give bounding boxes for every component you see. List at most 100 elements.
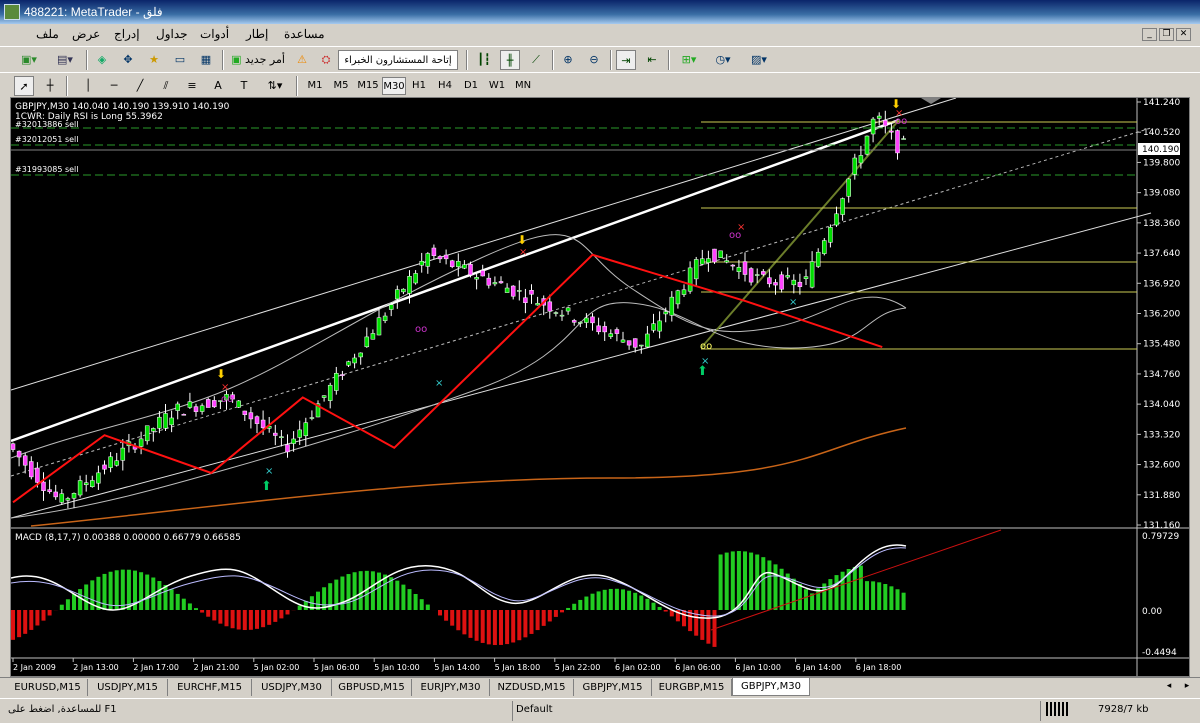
bull-candle bbox=[639, 344, 644, 347]
timeframe-d1-button[interactable]: D1 bbox=[460, 77, 482, 95]
market-watch-icon[interactable]: ◈ bbox=[92, 50, 112, 70]
macd-positive-bar bbox=[78, 589, 83, 610]
bull-candle bbox=[462, 264, 467, 269]
timeframe-mn-button[interactable]: MN bbox=[512, 77, 534, 95]
zoom-in-icon[interactable]: ⊕ bbox=[558, 50, 578, 70]
macd-negative-bar bbox=[529, 610, 534, 634]
menu-charts[interactable]: جداول bbox=[156, 27, 188, 41]
data-window-icon[interactable]: ✥ bbox=[118, 50, 138, 70]
tab-eurusd-m15[interactable]: EURUSD,M15 bbox=[8, 679, 88, 696]
macd-positive-bar bbox=[639, 595, 644, 610]
horizontal-line-icon[interactable]: ─ bbox=[104, 76, 124, 96]
bull-candle bbox=[876, 115, 882, 119]
profiles-icon[interactable]: ▤▾ bbox=[50, 50, 80, 70]
mdi-close-button[interactable]: ✕ bbox=[1176, 28, 1191, 41]
menu-tools[interactable]: أدوات bbox=[200, 27, 229, 41]
tab-eurchf-m15[interactable]: EURCHF,M15 bbox=[168, 679, 252, 696]
timeframe-m1-button[interactable]: M1 bbox=[304, 77, 326, 95]
timeframe-m15-button[interactable]: M15 bbox=[356, 77, 380, 95]
bull-candle bbox=[608, 333, 614, 337]
bull-candle bbox=[834, 213, 839, 226]
templates-icon[interactable]: ▨▾ bbox=[744, 50, 774, 70]
tab-gbpjpy-m30[interactable]: GBPJPY,M30 bbox=[732, 677, 810, 696]
crosshair-icon[interactable]: ┼ bbox=[40, 76, 60, 96]
line-chart-icon[interactable]: ⟋ bbox=[526, 50, 546, 70]
alert-icon[interactable]: ⚠ bbox=[292, 50, 312, 70]
fibonacci-levels bbox=[701, 121, 1137, 350]
bull-candle bbox=[370, 333, 376, 340]
tab-gbpusd-m15[interactable]: GBPUSD,M15 bbox=[332, 679, 412, 696]
tab-usdjpy-m15[interactable]: USDJPY,M15 bbox=[88, 679, 168, 696]
timeframe-h4-button[interactable]: H4 bbox=[434, 77, 456, 95]
macd-positive-bar bbox=[877, 582, 882, 610]
tab-nzdusd-m15[interactable]: NZDUSD,M15 bbox=[490, 679, 574, 696]
price-chart[interactable]: ⬇ ⬇ ⬇ ⬆ ⬆ × × × × × × × × oo oo oo oo oo… bbox=[10, 97, 1189, 676]
timeframe-m30-button[interactable]: M30 bbox=[382, 77, 406, 95]
menu-file[interactable]: ملف bbox=[36, 27, 59, 41]
macd-negative-bar bbox=[480, 610, 485, 643]
macd-positive-bar bbox=[621, 589, 625, 610]
new-order-button[interactable]: ▣ أمر جديد bbox=[228, 50, 288, 70]
arrows-icon[interactable]: ⇅▾ bbox=[260, 76, 290, 96]
bear-candle bbox=[748, 268, 754, 283]
tab-gbpjpy-m15[interactable]: GBPJPY,M15 bbox=[574, 679, 652, 696]
bear-candle bbox=[468, 264, 473, 276]
menu-view[interactable]: عرض bbox=[72, 27, 100, 41]
tab-eurgbp-m15[interactable]: EURGBP,M15 bbox=[652, 679, 732, 696]
periods-icon[interactable]: ◷▾ bbox=[708, 50, 738, 70]
macd-positive-bar bbox=[749, 552, 754, 610]
bar-chart-icon[interactable]: ┃┇ bbox=[474, 50, 494, 70]
timeframe-m5-button[interactable]: M5 bbox=[330, 77, 352, 95]
bear-candle bbox=[254, 416, 260, 424]
price-tick-label: 133.320 bbox=[1143, 430, 1180, 440]
fibonacci-icon[interactable]: ≡ bbox=[182, 76, 202, 96]
bull-candle bbox=[419, 260, 424, 266]
bear-candle bbox=[742, 261, 748, 275]
mdi-restore-button[interactable]: ❐ bbox=[1159, 28, 1174, 41]
macd-negative-bar bbox=[206, 610, 211, 617]
chart-window[interactable]: ⬇ ⬇ ⬇ ⬆ ⬆ × × × × × × × × oo oo oo oo oo… bbox=[10, 97, 1190, 677]
auto-scroll-icon[interactable]: ⇥ bbox=[616, 50, 636, 70]
bear-candle bbox=[16, 450, 22, 458]
new-chart-icon[interactable]: ▣▾ bbox=[14, 50, 44, 70]
bull-candle bbox=[382, 315, 388, 321]
expert-advisors-icon[interactable]: ⛭ bbox=[316, 50, 336, 70]
tabs-scroll-left-icon[interactable]: ◂ bbox=[1162, 678, 1176, 695]
tab-eurjpy-m30[interactable]: EURJPY,M30 bbox=[412, 679, 490, 696]
timeframe-w1-button[interactable]: W1 bbox=[486, 77, 508, 95]
cursor-icon[interactable]: ➚ bbox=[14, 76, 34, 96]
chart-shift-icon[interactable]: ⇤ bbox=[642, 50, 662, 70]
tab-usdjpy-m30[interactable]: USDJPY,M30 bbox=[252, 679, 332, 696]
bear-candle bbox=[41, 481, 46, 492]
equidistant-channel-icon[interactable]: ⫽ bbox=[156, 76, 176, 96]
menu-help[interactable]: مساعدة bbox=[284, 27, 325, 41]
text-icon[interactable]: A bbox=[208, 76, 228, 96]
indicators-icon[interactable]: ⊞▾ bbox=[674, 50, 704, 70]
bull-candle bbox=[138, 438, 144, 447]
time-tick-label: 5 Jan 18:00 bbox=[495, 663, 541, 672]
expert-advisors-button[interactable]: إتاحة المستشارون الخبراء bbox=[338, 50, 458, 70]
trendline-icon[interactable]: ╱ bbox=[130, 76, 150, 96]
menu-window[interactable]: إطار bbox=[246, 27, 268, 41]
timeframe-h1-button[interactable]: H1 bbox=[408, 77, 430, 95]
tester-icon[interactable]: ▦ bbox=[196, 50, 216, 70]
zoom-out-icon[interactable]: ⊖ bbox=[584, 50, 604, 70]
candlestick-icon[interactable]: ╫ bbox=[500, 50, 520, 70]
price-axis: 141.240 140.520 139.800 139.080 138.360 137.6… bbox=[1137, 98, 1180, 531]
mdi-minimize-button[interactable]: _ bbox=[1142, 28, 1157, 41]
bull-candle bbox=[279, 436, 284, 438]
navigator-icon[interactable]: ★ bbox=[144, 50, 164, 70]
macd-positive-bar bbox=[96, 576, 101, 610]
status-divider bbox=[1040, 701, 1041, 721]
vertical-line-icon[interactable]: │ bbox=[78, 76, 98, 96]
menu-insert[interactable]: إدراج bbox=[114, 27, 140, 41]
macd-positive-bar bbox=[194, 608, 198, 610]
terminal-icon[interactable]: ▭ bbox=[170, 50, 190, 70]
time-axis: 2 Jan 2009 2 Jan 13:00 2 Jan 17:00 2 Jan 21… bbox=[12, 658, 902, 672]
tabs-scroll-right-icon[interactable]: ▸ bbox=[1180, 678, 1194, 695]
bull-candle bbox=[376, 317, 382, 336]
text-label-icon[interactable]: T bbox=[234, 76, 254, 96]
bear-candle bbox=[242, 410, 248, 415]
connection-status-icon[interactable] bbox=[1046, 702, 1068, 716]
time-tick-label: 6 Jan 18:00 bbox=[856, 663, 902, 672]
